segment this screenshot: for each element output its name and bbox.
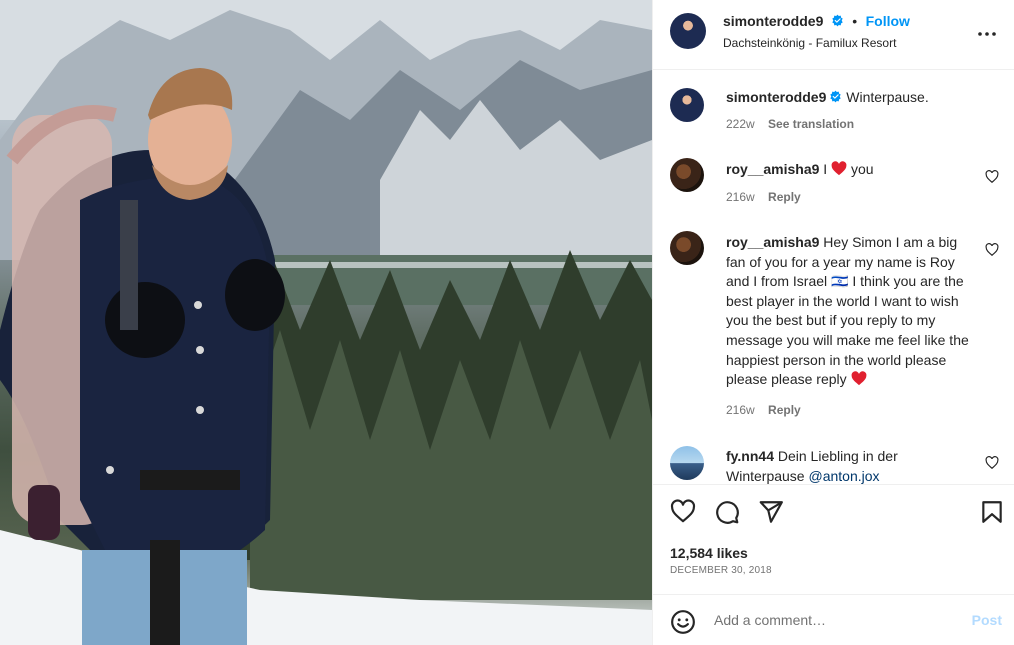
mention-link[interactable]: @anton.jox [808, 468, 879, 484]
commenter-avatar[interactable] [670, 446, 704, 480]
post-location[interactable]: Dachsteinkönig - Familux Resort [723, 36, 896, 50]
post-comment-button[interactable]: Post [972, 612, 1002, 628]
comment-text: Hey Simon I am a big fan of you for a ye… [726, 234, 969, 388]
comment-item: roy__amisha9 Hey Simon I am a big fan of… [669, 231, 999, 431]
see-translation-button[interactable]: See translation [768, 117, 854, 131]
comment-username[interactable]: roy__amisha9 [726, 161, 819, 177]
post-actions: 12,584 likes December 30, 2018 [653, 484, 1014, 594]
like-comment-heart-icon[interactable] [985, 456, 999, 470]
comment-text-end: you [850, 161, 874, 177]
comment-username[interactable]: roy__amisha9 [726, 234, 819, 250]
caption-text: Winterpause. [846, 89, 929, 105]
comment-input[interactable] [714, 609, 954, 631]
likes-count[interactable]: 12,584 likes [670, 545, 748, 561]
comment-age: 216w [726, 190, 755, 204]
follow-button[interactable]: Follow [866, 13, 910, 29]
like-heart-icon[interactable] [670, 499, 696, 525]
owner-avatar[interactable] [670, 13, 706, 49]
reply-button[interactable]: Reply [768, 403, 801, 417]
reply-button[interactable]: Reply [768, 190, 801, 204]
comment-username[interactable]: fy.nn44 [726, 448, 774, 464]
emoji-icon[interactable] [670, 609, 696, 635]
owner-username[interactable]: simonterodde9 [723, 13, 823, 29]
caption: simonterodde9 Winterpause. 222w See tran… [669, 86, 999, 136]
red-heart-emoji-icon [831, 161, 847, 176]
post-photo[interactable] [0, 0, 652, 645]
red-heart-emoji-icon [851, 371, 866, 386]
header-separator: • [852, 13, 858, 29]
save-bookmark-icon[interactable] [979, 499, 1005, 525]
comment-icon[interactable] [714, 499, 740, 525]
commenter-avatar[interactable] [670, 231, 704, 265]
caption-username[interactable]: simonterodde9 [726, 89, 826, 105]
comments-list[interactable]: simonterodde9 Winterpause. 222w See tran… [653, 70, 1014, 484]
more-options-icon[interactable] [975, 22, 999, 46]
like-comment-heart-icon[interactable] [985, 170, 999, 184]
verified-badge-icon [832, 14, 843, 27]
share-icon[interactable] [758, 499, 784, 525]
verified-badge-icon [830, 90, 842, 103]
add-comment-bar: Post [653, 594, 1014, 645]
post-header: simonterodde9 • Follow Dachsteinkönig - … [653, 0, 1014, 70]
caption-avatar[interactable] [670, 88, 704, 122]
like-comment-heart-icon[interactable] [985, 243, 999, 257]
caption-age: 222w [726, 117, 755, 131]
photo-scene [0, 0, 652, 645]
post-side-panel: simonterodde9 • Follow Dachsteinkönig - … [652, 0, 1014, 645]
comment-item: fy.nn44 Dein Liebling in der Winterpause… [669, 444, 999, 484]
comment-age: 216w [726, 403, 755, 417]
comment-item: roy__amisha9 I you 216w Reply [669, 158, 999, 208]
post-date[interactable]: December 30, 2018 [670, 565, 772, 576]
comment-text-start: I [823, 161, 828, 177]
commenter-avatar[interactable] [670, 158, 704, 192]
